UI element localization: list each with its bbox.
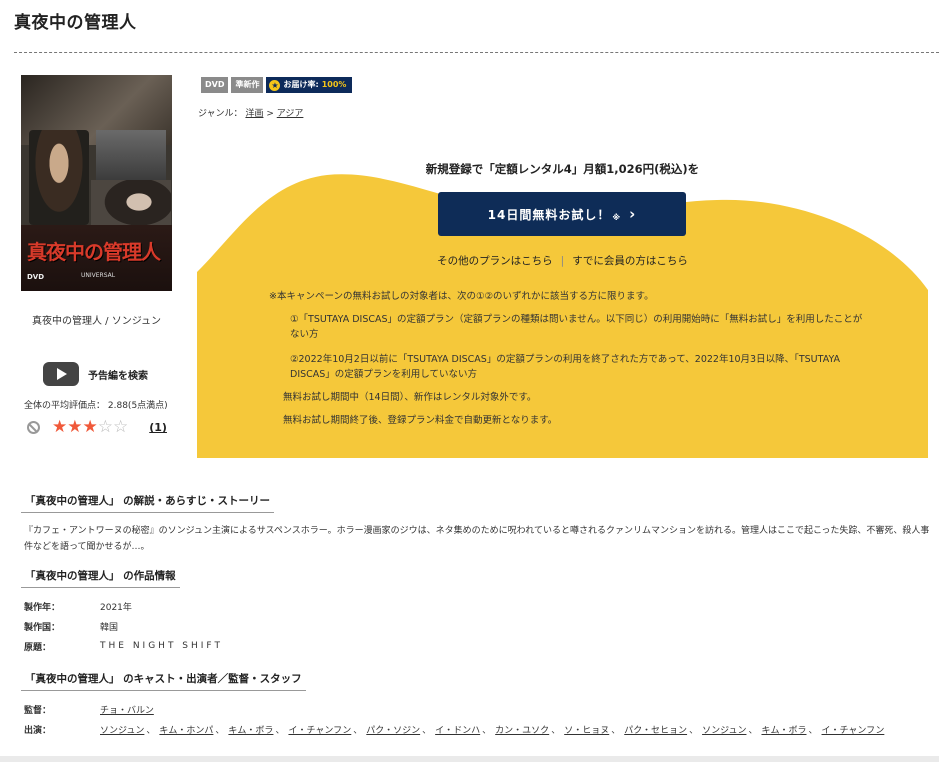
average-rating: 全体の平均評価点： 2.88(5点満点) [24,401,168,411]
star-filled-icon[interactable]: ★ [67,419,82,436]
campaign-headline: 新規登録で「定額レンタル4」月額1,026円(税込)を [425,162,700,176]
synopsis-text: 『カフェ・アントワーヌの秘密』のソンジュン主演によるサスペンスホラー。ホラー漫画… [24,526,930,552]
note-1: ①「TSUTAYA DISCAS」の定額プラン（定額プランの種類は問いません。以… [290,314,863,340]
cast-separator: 、 [551,726,561,736]
delivery-rate-badge: ★ お届け率: 100% [266,77,353,93]
poster-title-text: 真夜中の管理人 [27,240,161,264]
production-year: 2021年 [100,602,132,613]
star-filled-icon[interactable]: ★ [83,419,98,436]
note-4: 無料お試し期間終了後、登録プラン料金で自動更新となります。 [283,415,558,426]
star-badge-icon: ★ [269,79,281,91]
cast-separator: 、 [353,726,363,736]
trailer-label[interactable]: 予告編を検索 [88,367,148,382]
poster-image[interactable]: 真夜中の管理人 DVD UNIVERSAL [21,75,172,291]
info-row-country: 製作国： 韓国 [24,616,223,636]
star-empty-icon[interactable]: ☆ [98,419,113,436]
star-rating[interactable]: ★ ★ ★ ☆ ☆ [52,419,128,436]
note-2: ②2022年10月2日以前に「TSUTAYA DISCAS」の定額プランの利用を… [290,354,841,380]
cast-member-link[interactable]: パク・ソジン [366,723,420,736]
page-title: 真夜中の管理人 [14,13,137,33]
note-0: ※本キャンペーンの無料お試しの対象者は、次の①②のいずれかに該当する方に限ります… [269,291,654,302]
title-divider [14,52,939,53]
cast-member-link[interactable]: キム・ホンパ [159,723,213,736]
play-icon[interactable] [43,362,79,386]
average-rating-value: 2.88(5点満点) [107,401,168,411]
cast-member-link[interactable]: ソンジュン [702,723,746,736]
info-row-original-title: 原題： THE NIGHT SHIFT [24,641,223,653]
cast-separator: 、 [275,726,285,736]
cast-separator: 、 [482,726,492,736]
director-link[interactable]: チョ・バルン [100,703,154,716]
cast-separator: 、 [689,726,699,736]
production-country: 韓国 [100,622,119,633]
info-table: 製作年： 2021年 製作国： 韓国 原題： THE NIGHT SHIFT [24,596,223,656]
genre-breadcrumb: ジャンル： 洋画 > アジア [198,109,304,119]
trailer-search-button[interactable]: 予告編を検索 [43,362,148,386]
link-separator: | [560,255,565,267]
free-trial-button[interactable]: 14日間無料お試し！ ※ › [438,192,686,236]
cast-separator: 、 [611,726,621,736]
original-title: THE NIGHT SHIFT [100,641,223,651]
cast-heading: 「真夜中の管理人」 のキャスト・出演者／監督・スタッフ [21,671,306,691]
rating-row: ★ ★ ★ ☆ ☆ (1) [27,419,167,436]
cast-member-link[interactable]: キム・ボラ [761,723,806,736]
cast-separator: 、 [808,726,818,736]
new-release-badge: 準新作 [231,77,264,93]
cast-separator: 、 [748,726,758,736]
genre-link-1[interactable]: アジア [277,109,304,119]
synopsis-heading: 「真夜中の管理人」 の解説・あらすじ・ストーリー [21,493,274,513]
cast-separator: 、 [215,726,225,736]
cast-member-link[interactable]: ソンジュン [100,723,144,736]
dvd-badge: DVD [201,77,229,93]
review-count-link[interactable]: (1) [149,421,167,434]
star-filled-icon[interactable]: ★ [52,419,67,436]
chevron-right-icon: › [629,205,637,223]
cast-separator: 、 [422,726,432,736]
footer-bar [0,756,939,762]
cast-separator: 、 [146,726,156,736]
cast-row: 出演： ソンジュン、キム・ホンパ、キム・ボラ、イ・チャンフン、パク・ソジン、イ・… [24,723,884,736]
other-plans-link[interactable]: その他のプランはこちら [437,255,553,267]
member-login-link[interactable]: すでに会員の方はこちら [572,255,688,267]
free-trial-label[interactable]: 14日間無料お試し！ [488,206,611,223]
info-row-year: 製作年： 2021年 [24,596,223,616]
info-heading: 「真夜中の管理人」 の作品情報 [21,568,180,588]
cast-member-link[interactable]: イ・チャンフン [288,723,351,736]
genre-link-0[interactable]: 洋画 [245,109,263,119]
campaign-notes: ※本キャンペーンの無料お試しの対象者は、次の①②のいずれかに該当する方に限ります… [269,289,869,428]
cast-member-link[interactable]: ソ・ヒョヌ [564,723,609,736]
director-row: 監督： チョ・バルン [24,703,154,716]
poster-label-mark: UNIVERSAL [81,272,116,279]
cast-member-link[interactable]: カン・ユソク [495,723,549,736]
cast-member-link[interactable]: イ・ドンハ [435,723,480,736]
poster-caption: 真夜中の管理人 / ソンジュン [31,316,162,327]
plan-links: その他のプランはこちら | すでに会員の方はこちら [197,253,928,268]
badge-row: DVD 準新作 ★ お届け率: 100% [201,77,353,93]
poster-dvd-mark: DVD [27,273,45,281]
cast-list: ソンジュン、キム・ホンパ、キム・ボラ、イ・チャンフン、パク・ソジン、イ・ドンハ、… [100,723,884,736]
note-3: 無料お試し期間中（14日間）、新作はレンタル対象外です。 [283,392,537,403]
cast-member-link[interactable]: イ・チャンフン [822,723,885,736]
cast-member-link[interactable]: パク・セヒョン [624,723,687,736]
cast-member-link[interactable]: キム・ボラ [228,723,273,736]
free-trial-note-mark: ※ [612,212,622,222]
star-empty-icon[interactable]: ☆ [113,419,128,436]
ban-icon[interactable] [27,421,40,434]
